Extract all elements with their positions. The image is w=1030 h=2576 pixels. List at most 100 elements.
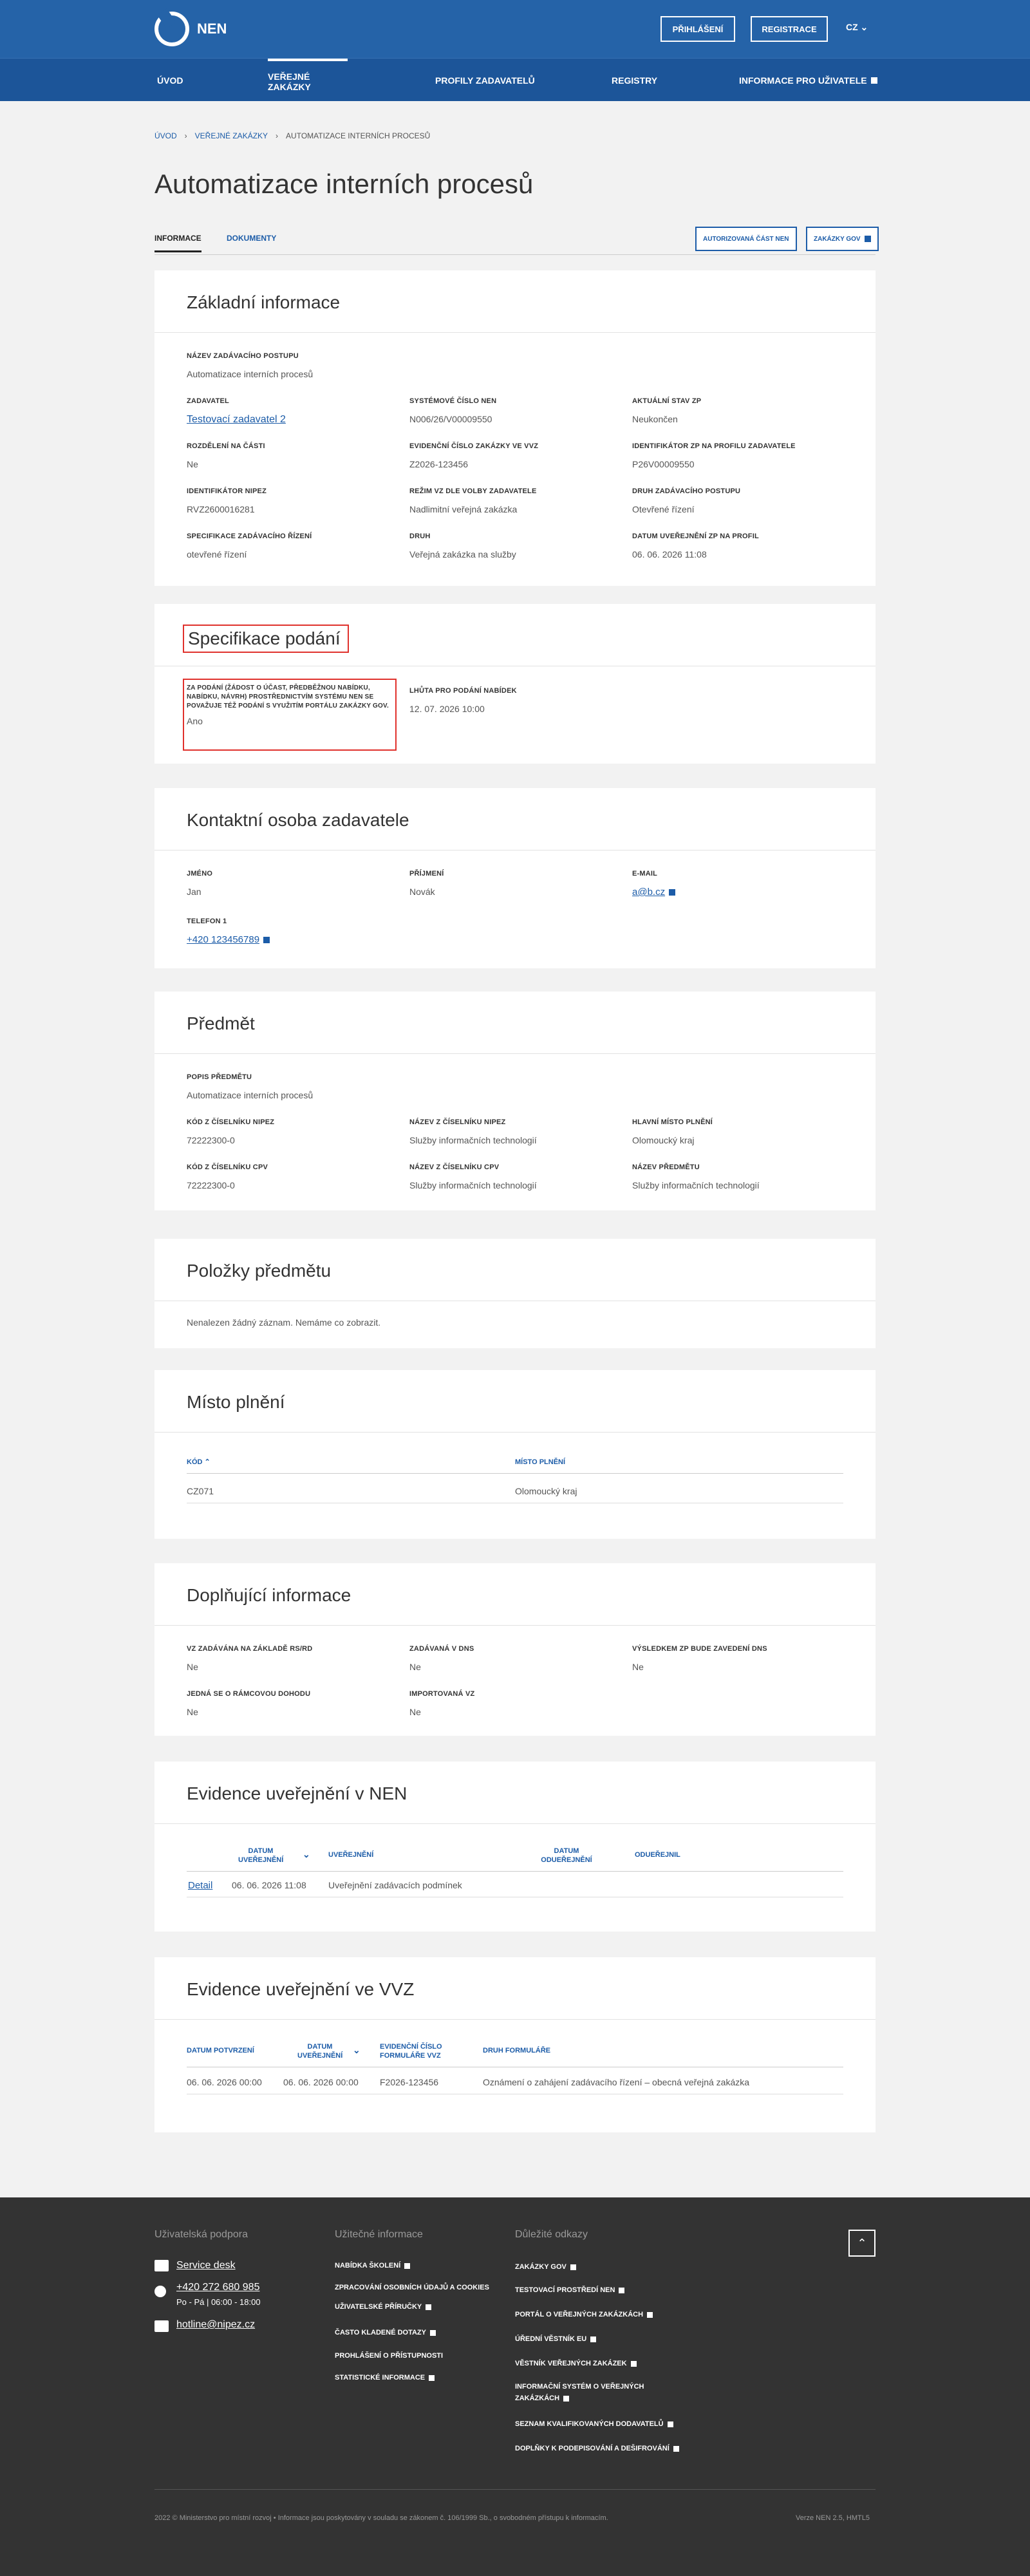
phone-link[interactable]: +420 123456789 — [187, 934, 270, 945]
nav-profiles[interactable]: Profily zadavatelů — [435, 59, 535, 102]
field: Rozdělení na části Ne — [187, 442, 265, 469]
field: E-mail a@b.cz — [632, 869, 676, 898]
field-label: Identifikátor ZP na profilu zadavatele — [632, 442, 796, 450]
nav-public-contracts[interactable]: Veřejné zakázky — [268, 59, 348, 102]
external-link-icon — [430, 2329, 436, 2336]
scroll-top-button[interactable]: ⌃ — [848, 2230, 876, 2257]
field-label: Zadavatel — [187, 397, 229, 405]
section-title: Evidence uveřejnění v NEN — [187, 1783, 407, 1803]
footer-link[interactable]: Statistické informace — [335, 2372, 435, 2383]
field-label: Výsledkem ZP bude zavedení DNS — [632, 1645, 767, 1653]
column-header-place[interactable]: Místo plnění — [515, 1458, 565, 1467]
footer-link[interactable]: Testovací prostředí NEN — [515, 2284, 625, 2296]
cell-date: 06. 06. 2026 11:08 — [232, 1880, 306, 1890]
footer-heading: Uživatelská podpora — [154, 2229, 248, 2240]
service-desk-link[interactable]: Service desk — [176, 2260, 236, 2271]
footer-link[interactable]: Zakázky GOV — [515, 2261, 576, 2273]
sort-down-icon[interactable]: ⌄ — [303, 1850, 310, 1859]
crumb-home[interactable]: Úvod — [154, 131, 177, 140]
cell-pub-date: 06. 06. 2026 00:00 — [283, 2077, 359, 2087]
footer-link[interactable]: Informační systém o veřejných zakázkách — [515, 2381, 670, 2404]
tab-documents[interactable]: Dokumenty — [227, 234, 276, 243]
register-button[interactable]: Registrace — [751, 16, 828, 42]
column-header-code[interactable]: Kód ⌃ — [187, 1458, 211, 1467]
section-title: Evidence uveřejnění ve VVZ — [187, 1979, 415, 1999]
field-label: Druh zadávacího postupu — [632, 487, 741, 495]
contracting-authority-link[interactable]: Testovací zadavatel 2 — [187, 414, 286, 426]
login-button[interactable]: Přihlášení — [660, 16, 735, 42]
field-value: Automatizace interních procesů — [187, 1090, 314, 1100]
external-link-icon — [870, 77, 877, 84]
field-label: Název z číselníku CPV — [409, 1163, 500, 1171]
field-procedure-name: Název zadávacího postupu Automatizace int… — [187, 352, 313, 379]
footer-link[interactable]: Úřední věstník EU — [515, 2333, 597, 2345]
crumb-sep: › — [184, 131, 187, 140]
nav-user-info[interactable]: Informace pro uživatele — [739, 59, 877, 102]
top-bar: NEN Přihlášení Registrace CZ ⌄ — [0, 0, 1030, 58]
zakazky-gov-button[interactable]: Zakázky GOV — [806, 227, 879, 251]
card-subject: Předmět Popis předmětu Automatizace inter… — [154, 992, 876, 1210]
external-link-icon — [619, 2287, 625, 2293]
footer-link[interactable]: Seznam kvalifikovaných dodavatelů — [515, 2418, 673, 2430]
column-header-publication[interactable]: Uveřejnění — [328, 1850, 373, 1859]
detail-link[interactable]: Detail — [188, 1880, 212, 1891]
field-label: Název předmětu — [632, 1163, 700, 1171]
footer-mail-link[interactable]: hotline@nipez.cz — [176, 2319, 255, 2331]
footer-phone-link[interactable]: +420 272 680 985 — [176, 2282, 259, 2293]
footer-link[interactable]: Portál o veřejných zakázkách — [515, 2309, 653, 2320]
column-header-date[interactable]: Datum uveřejnění — [238, 1847, 283, 1865]
footer-link[interactable]: Doplňky k podepisování a dešifrování — [515, 2443, 679, 2454]
column-header-pub-date[interactable]: Datum uveřejnění — [297, 2042, 342, 2060]
tab-info[interactable]: Informace — [154, 234, 201, 252]
column-header-form-type[interactable]: Druh formuláře — [483, 2046, 550, 2055]
field-value: Ano — [187, 716, 203, 726]
field: Popis předmětu Automatizace interních pro… — [187, 1073, 313, 1100]
field: Jméno Jan — [187, 869, 212, 897]
field-label: Jedná se o rámcovou dohodu — [187, 1690, 311, 1698]
column-header-form-number[interactable]: Evidenční číslo formuláře VVZ — [380, 2042, 451, 2060]
sort-down-icon[interactable]: ⌄ — [353, 2045, 360, 2054]
external-link-icon — [563, 2395, 570, 2402]
section-title: Základní informace — [187, 292, 341, 312]
field: Importovaná VZ Ne — [409, 1689, 474, 1717]
field: Jedná se o rámcovou dohodu Ne — [187, 1689, 310, 1717]
nen-logo[interactable]: NEN — [154, 12, 227, 46]
footer-link-label: Zpracování osobních údajů a cookies — [335, 2284, 489, 2291]
footer-link[interactable]: Zpracování osobních údajů a cookies — [335, 2282, 489, 2293]
phone-icon — [263, 937, 270, 944]
column-header-unpublished-by[interactable]: Odueřejnil — [635, 1850, 680, 1859]
footer-link-label: Často kladené dotazy — [335, 2329, 426, 2336]
footer-version: Verze NEN 2.5, HMTL5 — [796, 2514, 870, 2522]
section-title: Místo plnění — [187, 1392, 285, 1412]
column-header-unpublish-date[interactable]: Datum odueřejnění — [541, 1847, 592, 1865]
field: Identifikátor NIPEZ RVZ2600016281 — [187, 487, 267, 514]
nav-home[interactable]: Úvod — [157, 59, 183, 102]
external-link-icon — [630, 2360, 637, 2367]
footer-link[interactable]: Často kladené dotazy — [335, 2327, 436, 2338]
empty-message: Nenalezen žádný záznam. Nemáme co zobraz… — [187, 1317, 381, 1328]
field: Druh Veřejná zakázka na služby — [409, 532, 516, 559]
footer-link[interactable]: Uživatelské příručky — [335, 2301, 432, 2313]
email-link[interactable]: a@b.cz — [632, 887, 676, 898]
field: Telefon 1 +420 123456789 — [187, 917, 270, 945]
field: VZ zadávána na základě RS/RD Ne — [187, 1644, 312, 1672]
divider — [154, 332, 876, 333]
card-submission-spec: Specifikace podání Za podání (žádost o ú… — [154, 604, 876, 764]
nav-user-info-label: Informace pro uživatele — [739, 75, 867, 86]
footer-link[interactable]: Prohlášení o přístupnosti — [335, 2350, 443, 2362]
column-header-confirm-date[interactable]: Datum potvrzení — [187, 2046, 254, 2055]
field-value: Ne — [409, 1662, 421, 1672]
nav-registries[interactable]: Registry — [612, 59, 657, 102]
field: Název předmětu Služby informačních techno… — [632, 1163, 760, 1190]
language-select[interactable]: CZ ⌄ — [846, 22, 868, 33]
crumb-contracts[interactable]: Veřejné zakázky — [195, 131, 268, 140]
authorized-part-button[interactable]: Autorizovaná část NEN — [695, 227, 797, 251]
footer-heading: Důležité odkazy — [515, 2229, 588, 2240]
footer-link[interactable]: Věstník veřejných zakázek — [515, 2358, 637, 2369]
footer-link[interactable]: Nabídka školení — [335, 2260, 411, 2271]
field-label: Identifikátor NIPEZ — [187, 487, 267, 495]
field-label: Druh — [409, 532, 431, 540]
field: Specifikace zadávacího řízení otevřené ří… — [187, 532, 312, 559]
crumb-current: Automatizace interních procesů — [286, 131, 431, 140]
field-value: Ne — [632, 1662, 644, 1672]
